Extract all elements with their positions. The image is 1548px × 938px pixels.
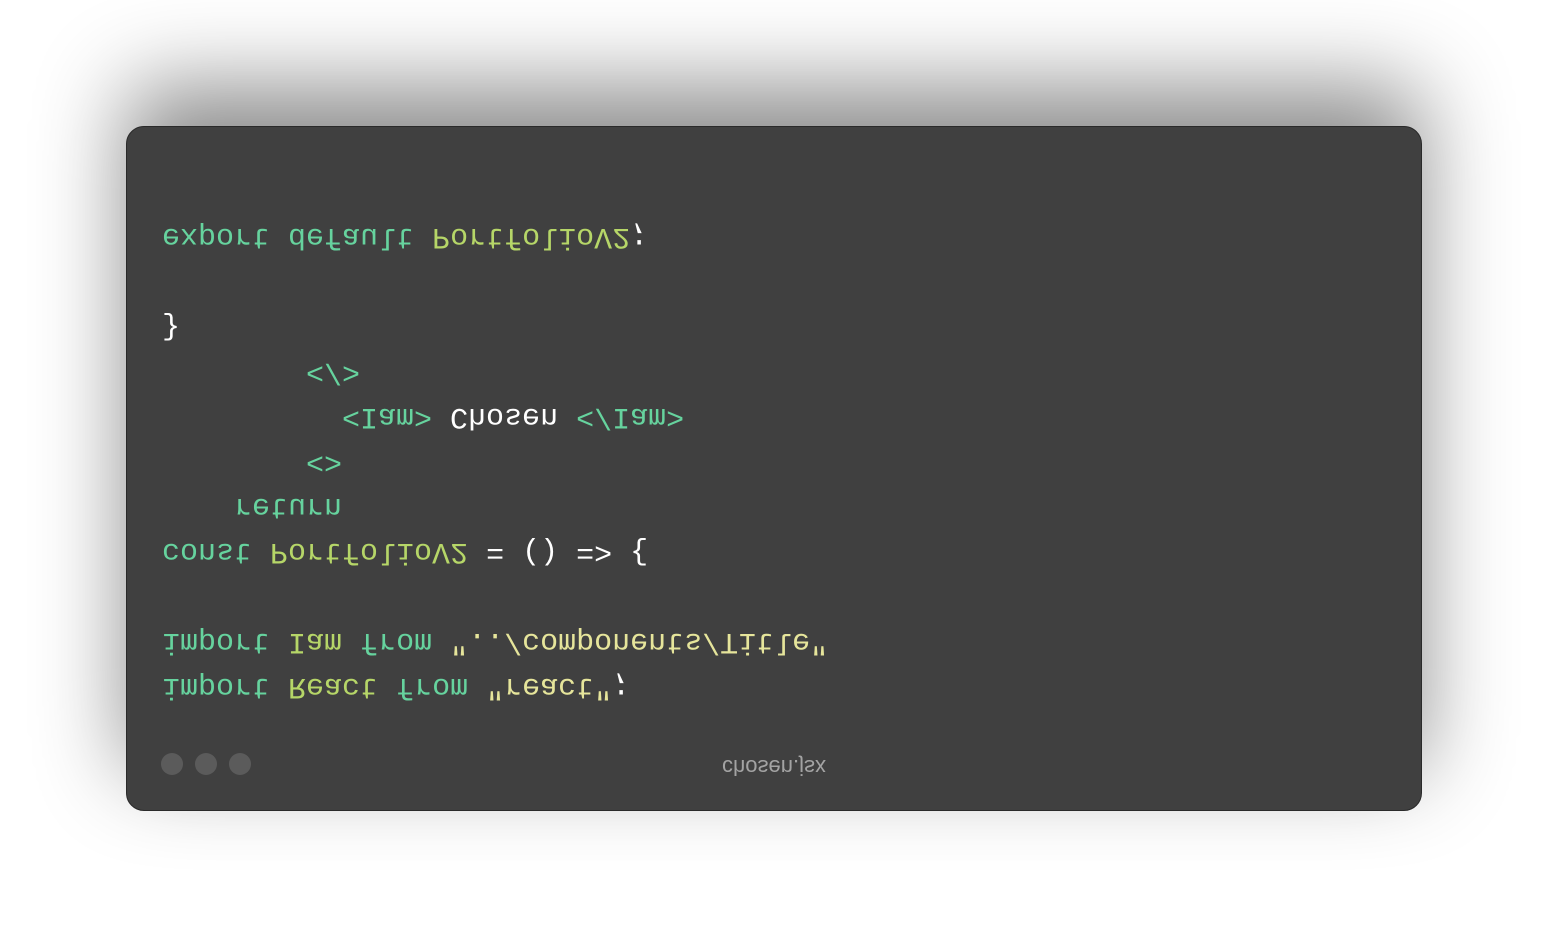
code-token: = () => { — [468, 534, 649, 568]
code-token: return — [234, 489, 343, 523]
code-window: chosen.jsx import React from "react"; imp… — [126, 126, 1422, 811]
code-token: ; — [612, 669, 631, 703]
code-token: PortfolioV2 — [270, 534, 469, 568]
code-line: return — [162, 483, 828, 528]
code-token: <> — [306, 444, 343, 478]
code-token: import — [162, 624, 271, 658]
code-token: </> — [306, 354, 361, 388]
code-block: import React from "react"; import Iam fro… — [162, 213, 828, 708]
code-token: "react" — [486, 669, 613, 703]
title-bar: chosen.jsx — [127, 730, 1421, 810]
code-token: ; — [630, 219, 649, 253]
code-line: <> — [162, 438, 828, 483]
window-title: chosen.jsx — [722, 755, 826, 780]
code-token: const — [162, 534, 253, 568]
code-line: } — [162, 303, 828, 348]
code-line: <Iam> Chosen </Iam> — [162, 393, 828, 438]
code-token: Chosen — [432, 399, 577, 433]
code-line: const PortfolioV2 = () => { — [162, 528, 828, 573]
code-token: from — [360, 624, 433, 658]
code-token: "../components/Title" — [450, 624, 829, 658]
code-line: import Iam from "../components/Title" — [162, 618, 828, 663]
code-line: import React from "react"; — [162, 663, 828, 708]
code-token: Iam — [288, 624, 343, 658]
code-token: </Iam> — [576, 399, 685, 433]
code-line: export default PortfolioV2; — [162, 213, 828, 258]
code-token: } — [162, 309, 181, 343]
code-token: export — [162, 219, 271, 253]
code-token: from — [396, 669, 469, 703]
code-token: import — [162, 669, 271, 703]
code-token: React — [288, 669, 379, 703]
code-token: default — [288, 219, 415, 253]
code-line: </> — [162, 348, 828, 393]
code-token: <Iam> — [342, 399, 433, 433]
code-token: PortfolioV2 — [432, 219, 631, 253]
